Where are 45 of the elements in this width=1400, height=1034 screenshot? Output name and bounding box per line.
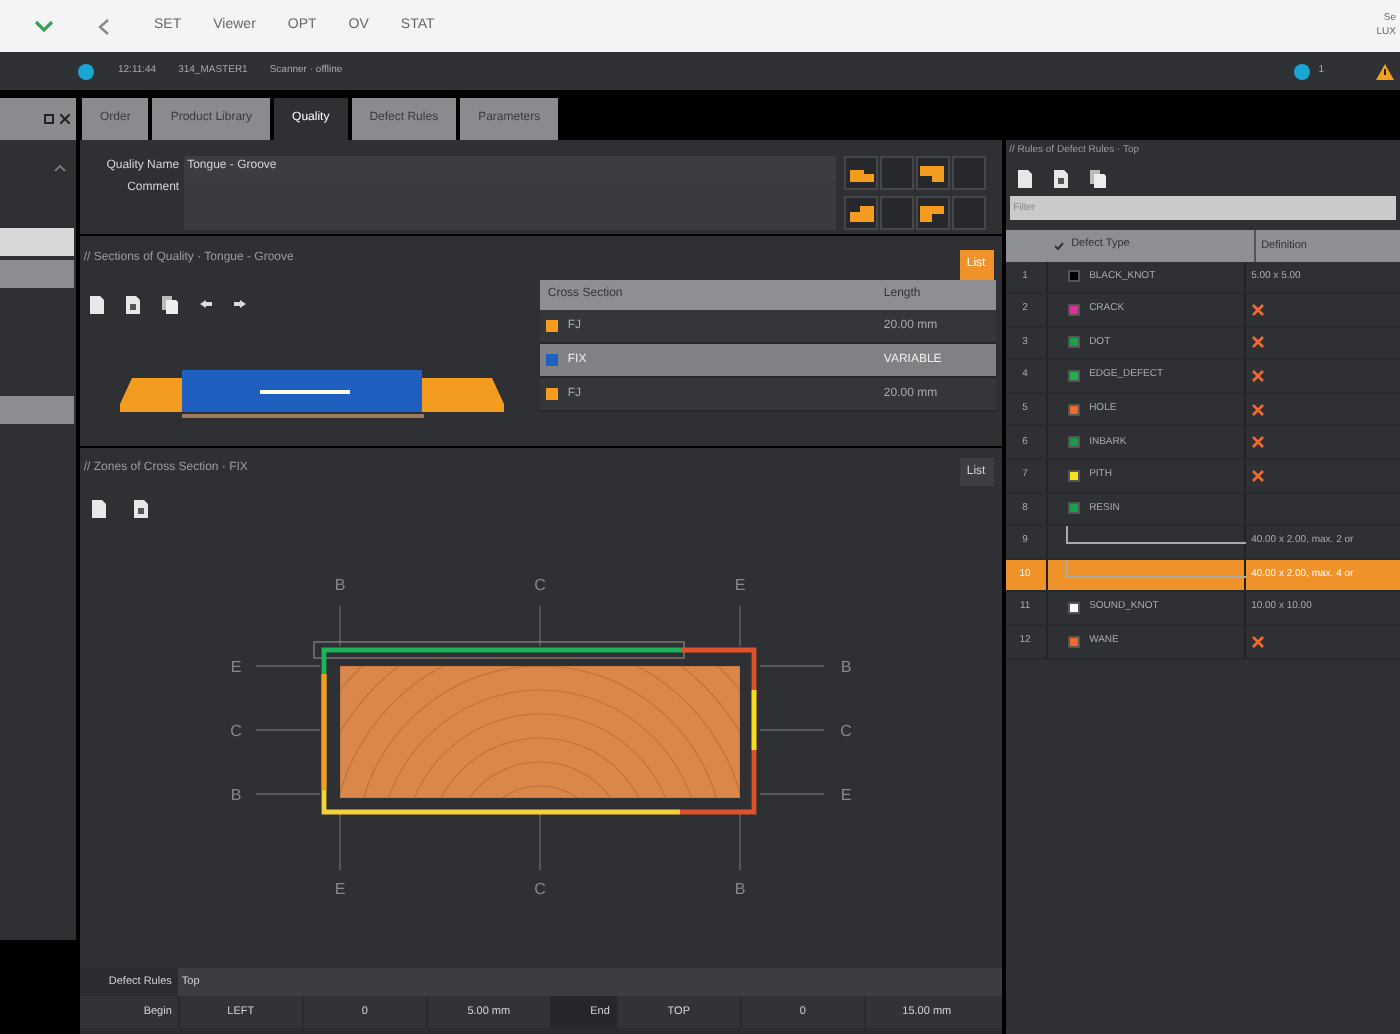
zone-label: C [534,576,546,594]
zone-label: B [734,880,746,898]
close-icon[interactable] [60,114,70,124]
file-icon[interactable] [133,500,148,518]
zone-label: E [840,786,852,804]
cross-icon [1251,303,1264,316]
cross-icon [1251,370,1264,383]
zone-label: B [840,658,852,676]
check-icon[interactable] [1053,241,1064,249]
new-file-icon[interactable] [89,295,104,313]
profile-shape-button[interactable] [844,156,879,190]
cross-icon [1251,336,1264,349]
profile-shape-button[interactable] [915,196,950,230]
new-file-icon[interactable] [91,500,106,518]
profile-shape-icon [849,205,874,221]
arrow-left-icon[interactable] [199,300,212,308]
caret-up-icon[interactable] [54,164,66,172]
cross-icon [1251,403,1264,416]
cross-icon [1251,436,1264,449]
profile-shape-button[interactable] [844,196,879,230]
zone-label: C [840,722,852,740]
profile-shape-button[interactable] [915,156,950,190]
zone-label: E [230,658,242,676]
maximize-icon[interactable] [44,114,54,124]
cross-icon [1251,469,1264,482]
new-file-icon[interactable] [1017,170,1032,188]
zone-label: B [230,786,242,804]
zone-label: C [534,880,546,898]
zone-label: C [230,722,242,740]
profile-shape-icon [849,165,874,181]
copy-icon[interactable] [161,295,178,313]
zone-label: B [334,576,346,594]
profile-shape-icon [920,205,945,221]
copy-icon[interactable] [1089,170,1106,188]
zone-label: E [734,576,746,594]
chevron-down-icon[interactable] [34,20,54,32]
arrow-right-icon[interactable] [233,300,246,308]
file-icon[interactable] [1053,170,1068,188]
warning-icon[interactable] [1376,63,1394,79]
file-icon[interactable] [125,295,140,313]
profile-shape-icon [920,165,945,181]
network-indicator-icon [1294,63,1311,79]
status-indicator-icon [78,63,94,79]
zone-label: E [334,880,346,898]
cross-icon [1251,635,1264,648]
